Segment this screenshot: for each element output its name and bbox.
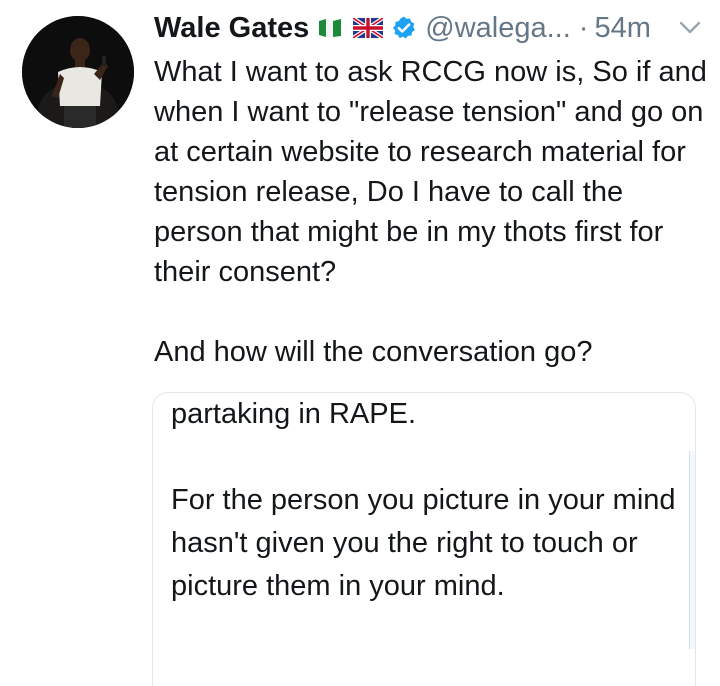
- nigeria-flag-icon: [317, 18, 345, 38]
- chevron-down-icon[interactable]: [678, 20, 702, 36]
- separator-dot: ·: [578, 11, 589, 44]
- avatar[interactable]: [22, 16, 134, 128]
- tweet-body: What I want to ask RCCG now is, So if an…: [154, 52, 714, 372]
- tweet[interactable]: Wale Gates @walega... · 54m What I want …: [0, 0, 720, 686]
- quoted-paragraph: For the person you picture in your mind …: [171, 484, 676, 602]
- author-handle[interactable]: @walega...: [425, 12, 571, 45]
- quoted-image-card[interactable]: partaking in RAPE. For the person you pi…: [152, 392, 696, 686]
- tweet-header: Wale Gates @walega... · 54m: [154, 8, 651, 48]
- tweet-timestamp[interactable]: 54m: [594, 12, 650, 45]
- quoted-image-text: partaking in RAPE. For the person you pi…: [171, 393, 681, 608]
- verified-badge-icon: [391, 15, 417, 41]
- avatar-image: [22, 16, 134, 128]
- uk-flag-icon: [353, 18, 384, 38]
- card-scrollbar: [689, 451, 695, 649]
- author-display-name[interactable]: Wale Gates: [154, 12, 309, 45]
- tweet-paragraph: And how will the conversation go?: [154, 336, 593, 368]
- tweet-paragraph: What I want to ask RCCG now is, So if an…: [154, 56, 707, 288]
- quoted-paragraph: partaking in RAPE.: [171, 398, 417, 430]
